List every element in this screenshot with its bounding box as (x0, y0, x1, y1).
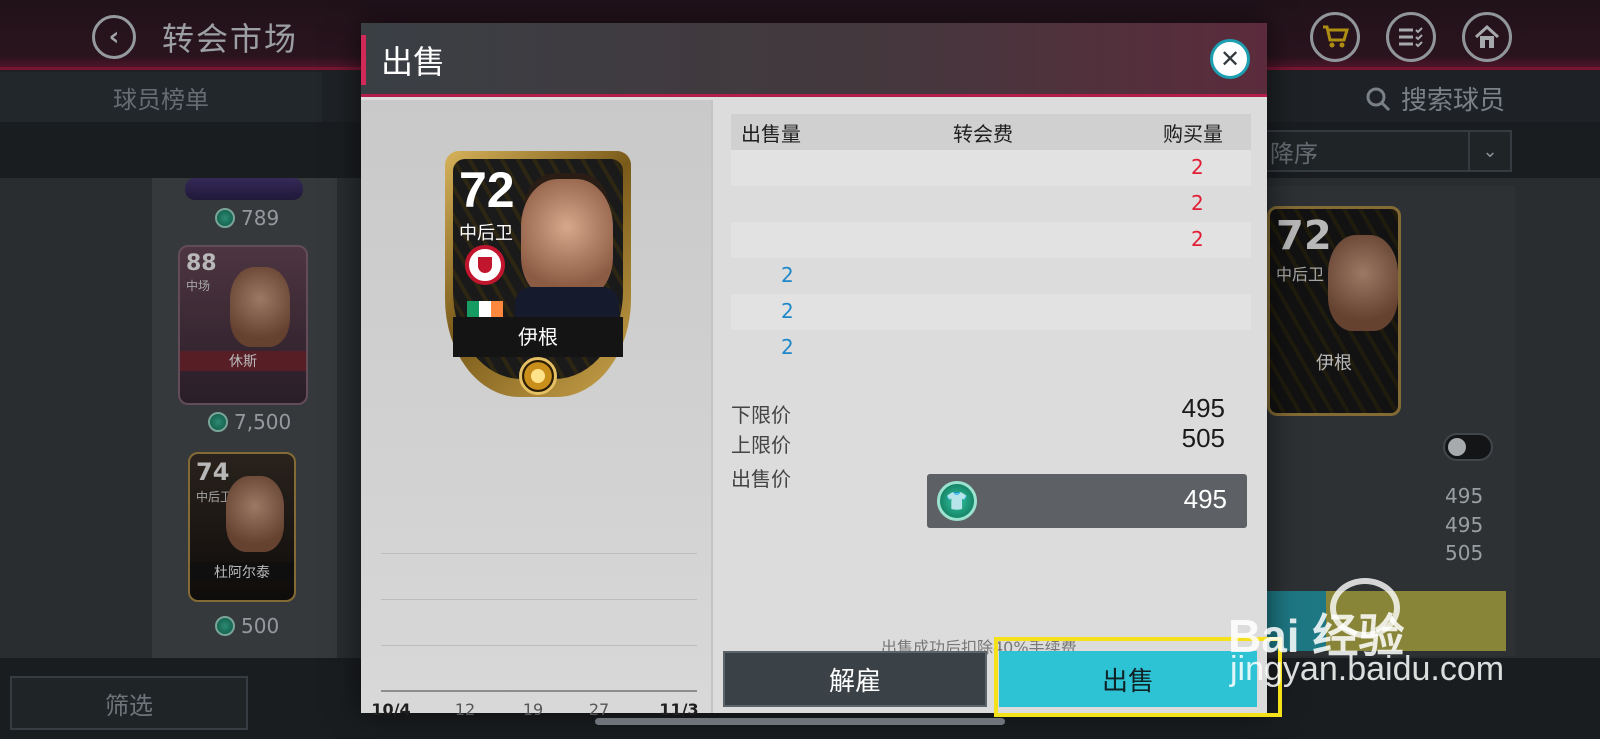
card-name: 伊根 (453, 317, 623, 357)
axis-tick: 19 (522, 700, 544, 719)
close-icon[interactable]: ✕ (1210, 39, 1250, 79)
sell-qty: 2 (781, 263, 794, 287)
buy-qty: 2 (1191, 191, 1204, 215)
sell-qty: 2 (781, 299, 794, 323)
upper-limit-value: 505 (1181, 423, 1225, 453)
axis-tick: 11/3 (659, 700, 699, 719)
divider (711, 100, 713, 713)
axis-tick: 12 (454, 700, 476, 719)
table-row: 2 (731, 258, 1251, 294)
order-book: 出售量 转会费 购买量 2 2 2 2 2 2 (731, 114, 1251, 366)
table-row: 2 (731, 150, 1251, 186)
col-fee: 转会费 (953, 122, 1013, 146)
buy-qty: 2 (1191, 227, 1204, 251)
header-accent-bar (361, 35, 366, 85)
sell-price-input[interactable]: 👕 495 (927, 474, 1247, 528)
club-badge-icon (465, 245, 505, 285)
player-photo (521, 179, 613, 299)
coin-icon: 👕 (937, 481, 977, 521)
card-position: 中后卫 (459, 223, 513, 244)
axis-tick: 10/4 (371, 700, 411, 719)
modal-header: 出售 ✕ (361, 23, 1267, 97)
player-card-large: 72 中后卫 伊根 (445, 151, 631, 397)
watermark-url: jingyan.baidu.com (1230, 650, 1505, 688)
lower-limit-label: 下限价 (731, 403, 791, 427)
col-buy-qty: 购买量 (1163, 122, 1223, 146)
release-button[interactable]: 解雇 (723, 651, 987, 707)
order-book-header: 出售量 转会费 购买量 (731, 114, 1251, 150)
sell-qty: 2 (781, 335, 794, 359)
ball-icon (519, 357, 557, 395)
sell-modal: 出售 ✕ 72 中后卫 伊根 10/4 12 19 27 11/3 出售量 转会… (361, 23, 1267, 719)
table-row: 2 (731, 294, 1251, 330)
upper-limit-label: 上限价 (731, 433, 791, 457)
table-row: 2 (731, 186, 1251, 222)
table-row: 2 (731, 222, 1251, 258)
card-rating: 72 (459, 162, 515, 218)
sell-price-value: 495 (1183, 484, 1227, 514)
buy-qty: 2 (1191, 155, 1204, 179)
table-row: 2 (731, 330, 1251, 366)
sell-price-label: 出售价 (731, 467, 791, 491)
lower-limit-value: 495 (1181, 393, 1225, 423)
modal-title: 出售 (381, 43, 446, 81)
scrollbar[interactable] (595, 718, 1005, 725)
price-history-chart: 10/4 12 19 27 11/3 (371, 553, 699, 719)
axis-tick: 27 (588, 700, 610, 719)
col-sell-qty: 出售量 (741, 122, 801, 146)
